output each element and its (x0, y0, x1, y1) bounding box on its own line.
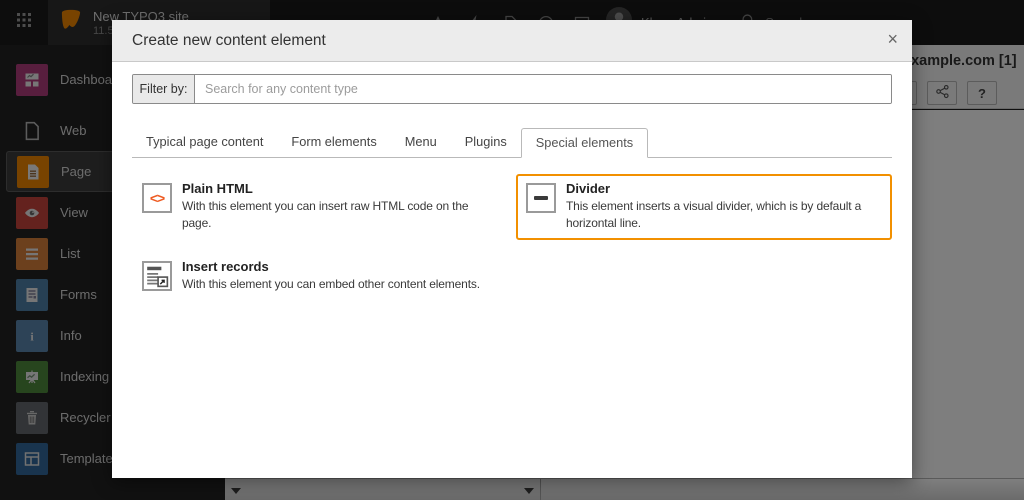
card-title: Insert records (182, 259, 480, 274)
tab-plugins[interactable]: Plugins (451, 128, 521, 158)
card-description: With this element you can insert raw HTM… (182, 198, 498, 233)
card-title: Divider (566, 181, 882, 196)
modal-header: Create new content element × (112, 20, 912, 62)
card-insert-records[interactable]: Insert records With this element you can… (132, 252, 508, 300)
modal-title: Create new content element (132, 32, 326, 50)
content-element-tabs: Typical page content Form elements Menu … (132, 128, 892, 158)
tab-form-elements[interactable]: Form elements (277, 128, 390, 158)
filter-by-label: Filter by: (133, 75, 195, 103)
tab-special-elements[interactable]: Special elements (521, 128, 648, 158)
tab-menu[interactable]: Menu (391, 128, 451, 158)
card-description: This element inserts a visual divider, w… (566, 198, 882, 233)
card-title: Plain HTML (182, 181, 498, 196)
card-description: With this element you can embed other co… (182, 276, 480, 293)
divider-dash-icon (526, 183, 556, 213)
new-content-element-modal: Create new content element × Filter by: … (112, 20, 912, 478)
filter-group: Filter by: (132, 74, 892, 104)
modal-body: Filter by: Typical page content Form ele… (112, 62, 912, 300)
insert-records-icon (142, 261, 172, 291)
code-icon: <> (142, 183, 172, 213)
content-type-search-input[interactable] (195, 75, 891, 103)
close-icon[interactable]: × (887, 30, 898, 48)
tab-typical-page-content[interactable]: Typical page content (132, 128, 277, 158)
card-plain-html[interactable]: <> Plain HTML With this element you can … (132, 174, 508, 240)
typo3-backend-screen: New TYPO3 site 11.5.2 ? (0, 0, 1024, 500)
card-divider[interactable]: Divider This element inserts a visual di… (516, 174, 892, 240)
content-element-list: <> Plain HTML With this element you can … (132, 174, 892, 300)
